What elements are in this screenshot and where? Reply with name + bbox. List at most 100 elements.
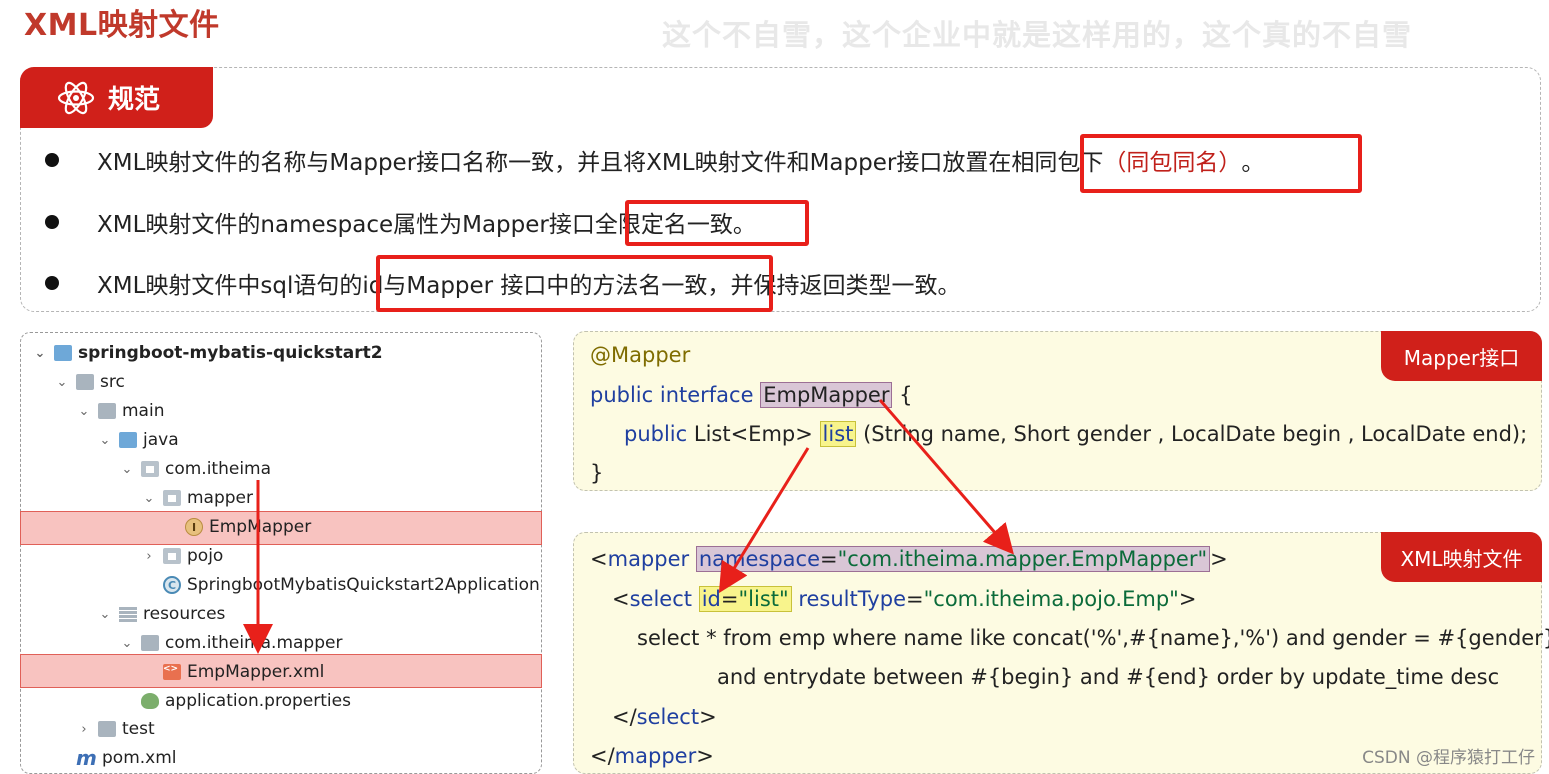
- folder-icon: [98, 403, 116, 419]
- tree-item-label: mapper: [187, 488, 254, 508]
- tag-name: mapper: [607, 547, 690, 571]
- tree-item-mapper[interactable]: ⌄ mapper: [141, 485, 253, 511]
- class-icon: C: [163, 576, 181, 594]
- tree-item-label: application.properties: [165, 691, 351, 711]
- attr-name: namespace: [698, 547, 821, 571]
- brace-text: }: [590, 461, 604, 485]
- bracket-text: </: [590, 744, 615, 768]
- chevron-down-icon[interactable]: ⌄: [97, 433, 113, 448]
- rule-text: XML映射文件中sql语句的: [97, 273, 363, 299]
- tree-item-label: pojo: [187, 546, 224, 566]
- bracket-text: >: [696, 744, 714, 768]
- tag-name: select: [629, 587, 693, 611]
- resources-folder-icon: [119, 606, 137, 622]
- tree-item-label: main: [122, 401, 165, 421]
- tree-item-label: com.itheima.mapper: [165, 633, 343, 653]
- tree-item-main[interactable]: ⌄ main: [76, 398, 165, 424]
- highlight-box: [1080, 134, 1362, 193]
- chevron-right-icon[interactable]: ›: [141, 549, 157, 564]
- package-icon: [141, 461, 159, 477]
- tree-item-application-properties[interactable]: application.properties: [119, 688, 351, 714]
- attr-value: "com.itheima.pojo.Emp": [923, 587, 1179, 611]
- attr-name: resultType: [798, 587, 906, 611]
- tree-item-com-itheima-mapper[interactable]: ⌄ com.itheima.mapper: [119, 630, 343, 656]
- tree-item-test[interactable]: › test: [76, 716, 154, 742]
- tree-item-empmapper[interactable]: I EmpMapper: [163, 514, 311, 540]
- attr-value: "list": [738, 587, 789, 611]
- page-title: XML映射文件: [24, 8, 220, 43]
- chevron-down-icon[interactable]: ⌄: [54, 375, 70, 390]
- mapper-tag: Mapper接口: [1381, 331, 1542, 381]
- method-params: (String name, Short gender , LocalDate b…: [863, 422, 1528, 446]
- watermark-text: 这个不自雪，这个企业中就是这样用的，这个真的不自雪: [662, 18, 1413, 52]
- tree-item-label: src: [100, 372, 125, 392]
- tree-item-application-class[interactable]: C SpringbootMybatisQuickstart2Applicatio…: [141, 572, 540, 598]
- tree-item-project[interactable]: ⌄ springboot-mybatis-quickstart2: [32, 340, 383, 366]
- xml-tag: XML映射文件: [1381, 532, 1542, 582]
- tag-name: mapper: [614, 744, 697, 768]
- tree-item-java[interactable]: ⌄ java: [97, 427, 179, 453]
- package-icon: [163, 548, 181, 564]
- tree-item-label: SpringbootMybatisQuickstart2Application: [187, 575, 540, 595]
- sql-text: select * from emp where name like concat…: [637, 626, 1549, 650]
- code-line: }: [590, 457, 603, 489]
- tree-item-label: springboot-mybatis-quickstart2: [78, 343, 383, 363]
- code-line: public List<Emp> list (String name, Shor…: [624, 418, 1527, 450]
- bracket-text: <: [590, 547, 608, 571]
- module-folder-icon: [54, 345, 72, 361]
- tree-item-label: EmpMapper.xml: [187, 662, 325, 682]
- tree-item-label: com.itheima: [165, 459, 272, 479]
- code-line: select * from emp where name like concat…: [637, 622, 1549, 654]
- code-line: and entrydate between #{begin} and #{end…: [717, 661, 1499, 693]
- tree-item-label: EmpMapper: [209, 517, 312, 537]
- keyword-text: public: [624, 422, 688, 446]
- code-line: < select id="list" resultType = "com.itheim…: [612, 583, 1196, 615]
- attr-name: id: [701, 587, 721, 611]
- bullet-dot: [45, 215, 59, 229]
- tree-item-pojo[interactable]: › pojo: [141, 543, 223, 569]
- chevron-down-icon[interactable]: ⌄: [119, 462, 135, 477]
- code-line: public interface EmpMapper {: [590, 379, 913, 411]
- atom-icon: [57, 81, 95, 114]
- code-line: </mapper >: [590, 740, 714, 772]
- tree-item-src[interactable]: ⌄ src: [54, 369, 125, 395]
- maven-icon: m: [76, 746, 97, 770]
- tree-item-label: resources: [143, 604, 226, 624]
- chevron-down-icon[interactable]: ⌄: [119, 636, 135, 651]
- bracket-text: <: [612, 587, 630, 611]
- highlight-box: [625, 200, 809, 246]
- bullet-dot: [45, 276, 59, 290]
- tree-item-pom[interactable]: m pom.xml: [54, 745, 177, 771]
- attr-value: "com.itheima.mapper.EmpMapper": [837, 547, 1208, 571]
- folder-icon: [76, 374, 94, 390]
- code-line: < mapper namespace="com.itheima.mapper.Em…: [590, 543, 1228, 575]
- id-attr: id="list": [698, 586, 792, 612]
- sql-text: and entrydate between #{begin} and #{end…: [717, 665, 1500, 689]
- chevron-down-icon[interactable]: ⌄: [97, 607, 113, 622]
- namespace-attr: namespace="com.itheima.mapper.EmpMapper": [695, 546, 1211, 572]
- xml-file-icon: <>: [163, 664, 181, 680]
- equals-text: =: [906, 587, 924, 611]
- annotation-text: @Mapper: [590, 343, 691, 367]
- tag-name: select: [636, 705, 700, 729]
- folder-icon: [98, 721, 116, 737]
- package-icon: [163, 490, 181, 506]
- brace-text: {: [899, 383, 913, 407]
- chevron-down-icon[interactable]: ⌄: [141, 491, 157, 506]
- equals-text: =: [820, 547, 838, 571]
- source-folder-icon: [119, 432, 137, 448]
- tree-item-com-itheima[interactable]: ⌄ com.itheima: [119, 456, 272, 482]
- interface-name: EmpMapper: [760, 382, 893, 408]
- method-name: list: [819, 421, 857, 447]
- bracket-text: >: [1178, 587, 1197, 611]
- chevron-down-icon[interactable]: ⌄: [76, 404, 92, 419]
- return-type: List<Emp>: [693, 422, 813, 446]
- bracket-text: </: [612, 705, 637, 729]
- chevron-down-icon[interactable]: ⌄: [32, 346, 48, 361]
- tree-item-resources[interactable]: ⌄ resources: [97, 601, 226, 627]
- interface-icon: I: [185, 518, 203, 536]
- highlight-box: [376, 255, 773, 312]
- tree-item-label: pom.xml: [102, 748, 177, 768]
- tree-item-empmapper-xml[interactable]: <> EmpMapper.xml: [141, 659, 324, 685]
- chevron-right-icon[interactable]: ›: [76, 722, 92, 737]
